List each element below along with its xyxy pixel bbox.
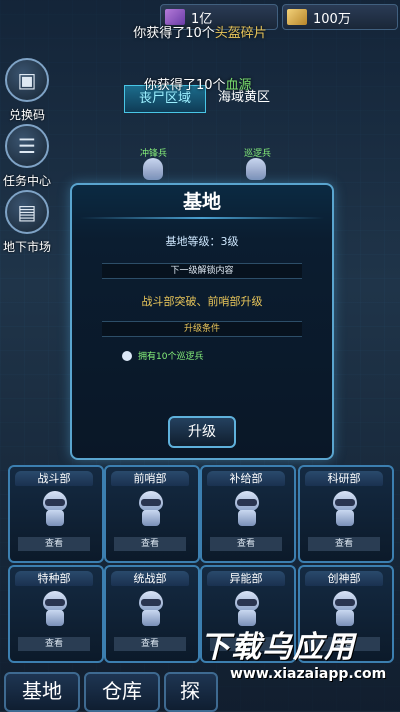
view-button[interactable]: 查看	[114, 637, 186, 651]
department-name: 异能部	[207, 571, 285, 586]
soldier-avatar-icon	[135, 591, 167, 627]
unit-soldier-icon[interactable]	[246, 158, 266, 180]
department-name: 战斗部	[15, 471, 93, 486]
department-name: 特种部	[15, 571, 93, 586]
toast-item: 头盔碎片	[214, 26, 267, 41]
soldier-avatar-icon	[39, 591, 71, 627]
department-name: 统战部	[111, 571, 189, 586]
condition-item: 拥有10个巡逻兵	[122, 349, 203, 362]
view-button[interactable]: 查看	[18, 537, 90, 551]
base-level: 基地等级：3级	[165, 235, 239, 248]
condition-text: 拥有10个巡逻兵	[138, 352, 204, 362]
nav-base-button[interactable]: 基地	[4, 672, 80, 712]
unlock-content: 战斗部突破、前哨部升级	[141, 295, 263, 308]
nav-warehouse-button[interactable]: 仓库	[84, 672, 160, 712]
upgrade-button[interactable]: 升级	[168, 416, 236, 448]
unlock-header: 下一级解锁内容	[102, 263, 302, 279]
soldier-avatar-icon	[39, 491, 71, 527]
chest-icon: ▣	[5, 58, 49, 102]
watermark-text: 下载乌应用	[200, 630, 355, 665]
soldier-avatar-icon	[135, 491, 167, 527]
cart-icon: ▤	[5, 190, 49, 234]
department-name: 科研部	[305, 471, 383, 486]
department-card[interactable]: 统战部 查看	[104, 565, 200, 663]
department-name: 补给部	[207, 471, 285, 486]
view-button[interactable]: 查看	[210, 537, 282, 551]
department-name: 创神部	[305, 571, 383, 586]
divider	[80, 217, 324, 219]
condition-status-icon	[122, 350, 132, 361]
department-card[interactable]: 科研部 查看	[298, 465, 394, 563]
toast-text: 你获得了10个	[133, 26, 215, 41]
department-name: 前哨部	[111, 471, 189, 486]
list-icon: ☰	[5, 124, 49, 168]
watermark-url: www.xiazaiapp.com	[230, 666, 387, 682]
reward-toast-top: 你获得了10个头盔碎片	[0, 22, 400, 41]
side-item-label: 地下市场	[2, 240, 51, 254]
soldier-avatar-icon	[231, 491, 263, 527]
side-item-market[interactable]: ▤ 地下市场	[2, 190, 52, 255]
department-card[interactable]: 前哨部 查看	[104, 465, 200, 563]
unit-soldier-icon[interactable]	[143, 158, 163, 180]
dialog-title: 基地	[182, 191, 221, 213]
view-button[interactable]: 查看	[114, 537, 186, 551]
unit-label: 巡逻兵	[244, 149, 272, 159]
side-item-label: 兑换码	[8, 108, 45, 122]
side-item-tasks[interactable]: ☰ 任务中心	[2, 124, 52, 189]
view-button[interactable]: 查看	[18, 637, 90, 651]
toast-text: 你获得了10个	[144, 78, 226, 93]
side-item-redeem[interactable]: ▣ 兑换码	[2, 58, 52, 123]
department-card[interactable]: 补给部 查看	[200, 465, 296, 563]
department-card[interactable]: 特种部 查看	[8, 565, 104, 663]
view-button[interactable]: 查看	[308, 537, 380, 551]
condition-header: 升级条件	[102, 321, 302, 337]
toast-item: 血源	[225, 78, 252, 93]
watermark: 下载乌应用 www.xiazaiapp.com	[200, 622, 386, 682]
soldier-avatar-icon	[329, 491, 361, 527]
side-item-label: 任务中心	[2, 174, 51, 188]
base-dialog: 基地 基地等级：3级 下一级解锁内容 战斗部突破、前哨部升级 升级条件 拥有10…	[70, 183, 334, 460]
reward-toast-mid: 你获得了10个血源	[144, 74, 252, 93]
department-card[interactable]: 战斗部 查看	[8, 465, 104, 563]
